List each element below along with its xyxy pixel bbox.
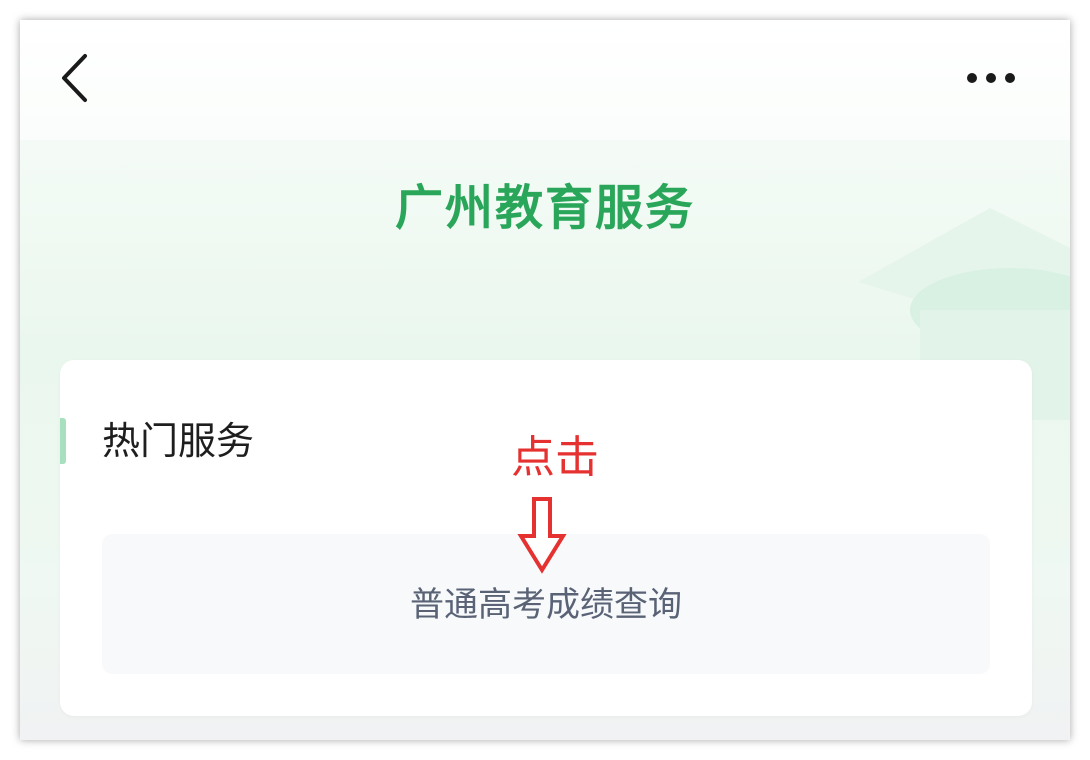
top-navigation-bar [20,20,1070,140]
back-button[interactable] [52,50,102,106]
hot-services-card: 热门服务 普通高考成绩查询 点击 [60,360,1032,716]
app-screen: 广州教育服务 热门服务 普通高考成绩查询 点击 [20,20,1070,740]
annotation-label: 点击 [511,432,599,483]
more-horizontal-icon [967,73,1015,83]
page-title: 广州教育服务 [394,180,695,236]
section-title: 热门服务 [102,419,255,463]
service-item-label: 普通高考成绩查询 [410,585,682,625]
arrow-down-outline-icon [517,497,567,574]
annotation-arrow [517,496,567,576]
chevron-left-icon [62,54,87,102]
section-marker [60,418,66,464]
more-options-button[interactable] [958,60,1024,96]
